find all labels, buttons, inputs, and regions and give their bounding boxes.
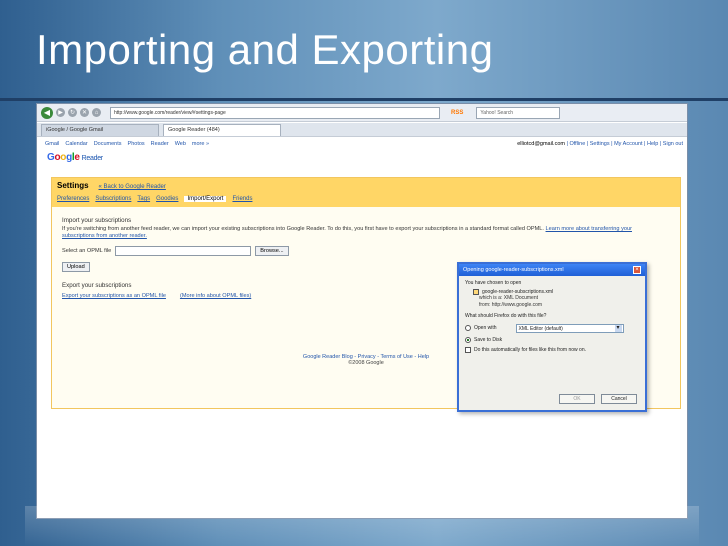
file-select-row: Select an OPML file Browse... [62,246,670,256]
download-dialog: Opening google-reader-subscriptions.xml … [457,262,647,412]
opml-file-input[interactable] [115,246,252,256]
dialog-titlebar: Opening google-reader-subscriptions.xml … [459,264,645,276]
open-with-label: Open with [474,324,497,331]
tab-import-export[interactable]: Import/Export [184,196,227,202]
gbar-more[interactable]: more » [192,141,209,147]
account-email: elliotcd@gmail.com [517,140,565,147]
back-arrow-icon[interactable]: ◀ [41,106,53,119]
tab-google-reader[interactable]: Google Reader (484) [163,124,281,136]
dialog-title: Opening google-reader-subscriptions.xml [463,267,564,273]
ok-button[interactable]: OK [559,394,595,404]
settings-title: Settings [57,181,89,190]
gbar-photos[interactable]: Photos [128,141,145,147]
import-heading: Import your subscriptions [62,217,132,224]
save-to-disk-label: Save to Disk [474,336,503,343]
browser-screenshot: ◀ ▶ ↻ ✕ ⌂ http://www.google.com/reader/v… [36,103,688,519]
dialog-question: What should Firefox do with this file? [465,313,547,319]
settings-tabs: Preferences Subscriptions Tags Goodies I… [57,196,675,202]
tab-tags[interactable]: Tags [137,196,150,202]
gbar-reader[interactable]: Reader [151,141,169,147]
dialog-body: You have chosen to open google-reader-su… [459,276,645,358]
logo-reader-text: Reader [81,155,103,162]
file-icon [473,288,479,295]
export-opml-link[interactable]: Export your subscriptions as an OPML fil… [62,293,166,300]
account-area: elliotcd@gmail.com | Offline | Settings … [517,140,687,147]
reload-icon[interactable]: ↻ [68,108,77,117]
open-with-select[interactable]: XML Editor (default) [515,323,624,333]
import-desc-text: If you're switching from another feed re… [62,226,544,232]
tab-friends[interactable]: Friends [232,196,252,202]
upload-button[interactable]: Upload [62,262,90,272]
forward-arrow-icon[interactable]: ▶ [56,108,65,117]
gbar-calendar[interactable]: Calendar [65,141,87,147]
account-links[interactable]: | Offline | Settings | My Account | Help… [567,141,684,147]
screenshot-reflection [25,506,699,546]
search-input[interactable]: Yahoo! Search [476,106,561,119]
auto-row: Do this automatically for files like thi… [465,347,639,354]
browse-button[interactable]: Browse... [255,246,289,256]
tab-bar: iGoogle / Google Gmail Google Reader (48… [37,123,687,137]
tab-preferences[interactable]: Preferences [57,196,89,202]
cancel-button[interactable]: Cancel [601,394,637,404]
auto-checkbox[interactable] [465,347,471,354]
back-to-reader-link[interactable]: « Back to Google Reader [99,184,166,190]
title-divider [0,98,728,101]
tab-goodies[interactable]: Goodies [156,196,178,202]
footer-copyright: ©2008 Google [348,360,384,366]
settings-header: Settings « Back to Google Reader Prefere… [52,178,680,207]
page-footer: Google Reader Blog - Privacy - Terms of … [281,354,451,366]
auto-label: Do this automatically for files like thi… [474,347,586,353]
dialog-from: from: http://www.google.com [479,301,543,308]
tab-igoogle[interactable]: iGoogle / Google Gmail [41,124,159,136]
home-icon[interactable]: ⌂ [92,108,101,117]
google-bar: Gmail Calendar Documents Photos Reader W… [37,138,687,149]
file-label: Select an OPML file [62,247,112,254]
rss-icon[interactable]: RSS [451,110,463,116]
gbar-web[interactable]: Web [175,141,186,147]
open-with-radio[interactable] [465,325,471,331]
save-to-disk-radio[interactable] [465,336,471,343]
slide-title: Importing and Exporting [36,26,494,73]
gbar-gmail[interactable]: Gmail [45,141,59,147]
tab-subscriptions[interactable]: Subscriptions [95,196,131,202]
dialog-intro: You have chosen to open [465,280,522,286]
address-bar[interactable]: http://www.google.com/reader/view/#setti… [110,106,440,119]
stop-icon[interactable]: ✕ [80,108,89,117]
close-icon[interactable]: × [633,266,641,274]
google-reader-logo[interactable]: Google Reader [47,152,103,163]
gbar-documents[interactable]: Documents [94,141,122,147]
save-row: Save to Disk [465,337,639,344]
open-with-row: Open with XML Editor (default) [465,323,639,333]
opml-info-link[interactable]: (More info about OPML files) [180,293,251,300]
navigation-bar: ◀ ▶ ↻ ✕ ⌂ http://www.google.com/reader/v… [37,104,687,122]
dialog-buttons: OK Cancel [559,394,637,404]
import-description: If you're switching from another feed re… [62,226,662,240]
